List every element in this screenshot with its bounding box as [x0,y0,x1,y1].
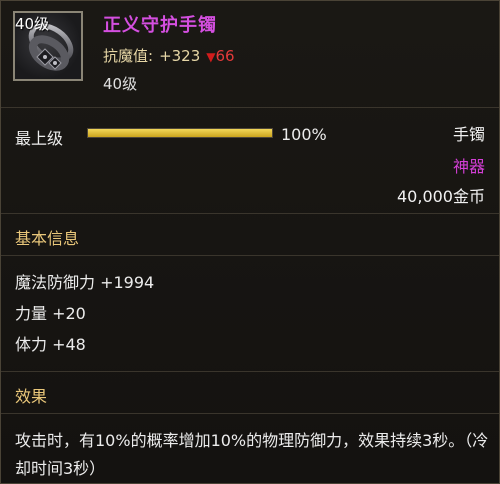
divider [1,107,499,108]
item-level-badge: 40级 [15,15,50,33]
effect-description: 攻击时，有10%的概率增加10%的物理防御力，效果持续3秒。（冷却时间3秒） [15,431,489,478]
resist-row: 抗魔值: +323 ▼66 [103,45,235,66]
divider [1,213,499,214]
slot-type: 手镯 [452,125,485,144]
item-header: 40级 正义守护手镯 抗魔值: +323 ▼66 40级 [1,1,499,107]
upgrade-percent: 100% [281,125,327,144]
resist-plus-value: +323 [159,47,201,65]
item-name: 正义守护手镯 [103,15,217,36]
item-tooltip: 40级 正义守护手镯 抗魔值: +323 ▼66 40级 最上级 100% 手镯 神… [0,0,500,484]
effect-title: 效果 [15,387,48,406]
basic-info-title: 基本信息 [15,229,80,248]
resist-decrease-value: 66 [215,47,235,65]
upgrade-label: 最上级 [15,129,64,148]
stat-line: 力量 +20 [15,304,86,323]
divider [1,255,499,256]
decrease-arrow-icon: ▼ [206,50,216,64]
rarity-label: 神器 [452,157,485,176]
divider [1,413,499,414]
required-level: 40级 [103,75,138,93]
upgrade-progress-bar [87,128,273,138]
divider [1,371,499,372]
stat-line: 体力 +48 [15,335,86,354]
resist-label: 抗魔值: [103,47,154,65]
stat-line: 魔法防御力 +1994 [15,273,155,292]
price: 40,000金币 [397,187,485,206]
upgrade-progress-fill [88,129,272,137]
